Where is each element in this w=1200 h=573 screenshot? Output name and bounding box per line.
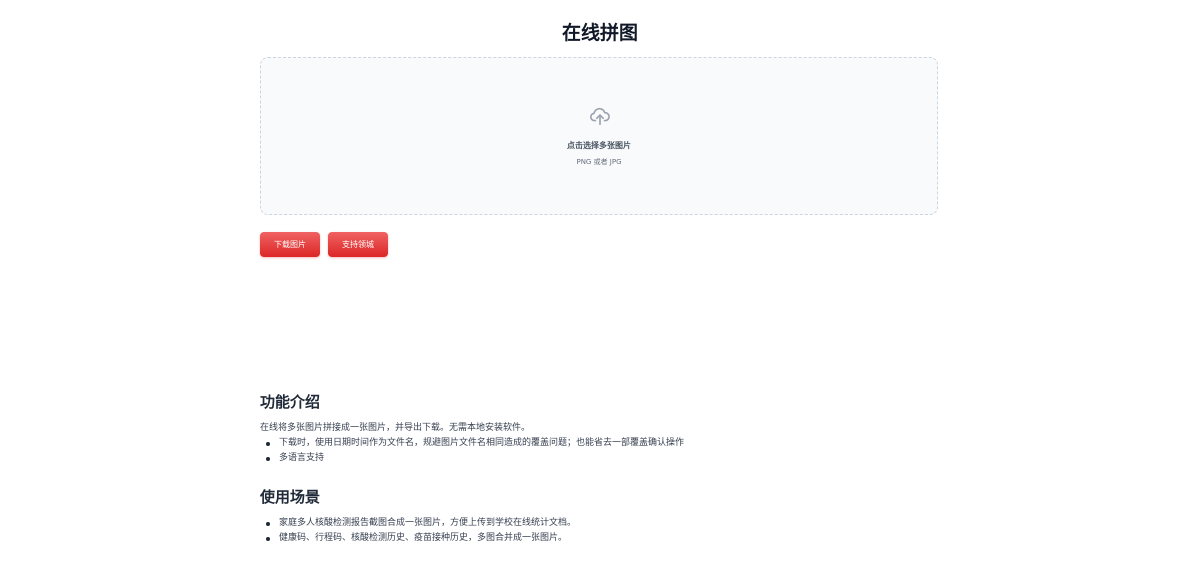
page: 在线拼图 点击选择多张图片 PNG 或者 JPG 下载图片 支持领城 功能介绍 … <box>0 0 1200 573</box>
list-item: 健康码、行程码、核酸检测历史、疫苗接种历史，多图合并成一张图片。 <box>260 531 576 546</box>
features-intro: 在线将多张图片拼接成一张图片，并导出下载。无需本地安装软件。 <box>260 423 531 433</box>
upload-dropzone[interactable]: 点击选择多张图片 PNG 或者 JPG <box>260 57 938 215</box>
upload-label: 点击选择多张图片 <box>567 141 631 150</box>
upload-format-hint: PNG 或者 JPG <box>576 158 622 166</box>
usecases-heading: 使用场景 <box>260 488 321 506</box>
features-heading: 功能介绍 <box>260 393 321 411</box>
list-item: 家庭多人核酸检测报告截图合成一张图片，方便上传到学校在线统计文档。 <box>260 516 576 531</box>
list-item: 多语言支持 <box>260 451 684 466</box>
support-button[interactable]: 支持领城 <box>328 232 388 257</box>
list-item: 下载时，使用日期时间作为文件名，规避图片文件名相同造成的覆盖问题；也能省去一部覆… <box>260 436 684 451</box>
download-button[interactable]: 下载图片 <box>260 232 320 257</box>
page-title: 在线拼图 <box>561 22 638 44</box>
cloud-upload-icon <box>590 107 610 126</box>
usecases-list: 家庭多人核酸检测报告截图合成一张图片，方便上传到学校在线统计文档。 健康码、行程… <box>260 516 576 546</box>
features-list: 下载时，使用日期时间作为文件名，规避图片文件名相同造成的覆盖问题；也能省去一部覆… <box>260 436 684 466</box>
